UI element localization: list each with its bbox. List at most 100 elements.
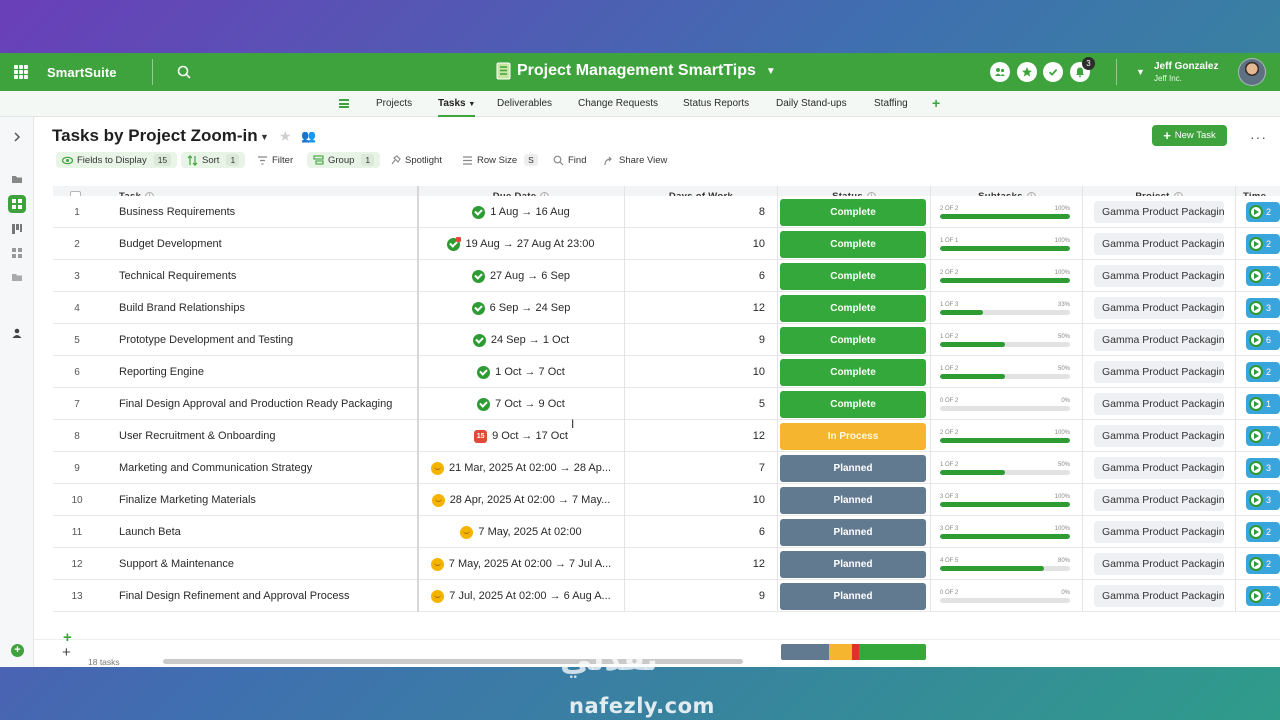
time-tracking-cell[interactable]: 3 [1246,292,1280,324]
days-of-work-cell[interactable]: 12 [625,292,771,324]
add-row-plus-icon[interactable]: + [62,644,71,661]
time-tracking-cell[interactable]: 1 [1246,388,1280,420]
table-row[interactable]: 9 Marketing and Communication Strategy 21 … [53,452,1280,484]
status-cell[interactable]: Complete [780,388,926,420]
time-tracking-cell[interactable]: 2 [1246,516,1280,548]
subtasks-cell[interactable]: 1 OF 1 100% [940,228,1070,260]
table-row[interactable]: 12 Support & Maintenance 7 May, 2025 At 02… [53,548,1280,580]
due-date-cell[interactable]: 1 Oct → 7 Oct [419,356,623,388]
task-title-cell[interactable]: Build Brand Relationships [119,292,415,324]
favorite-star-icon[interactable]: ★ [279,128,292,145]
play-timer-icon[interactable] [1249,429,1263,443]
tab-status-reports[interactable]: Status Reports [683,98,749,109]
tab-projects[interactable]: Projects [376,98,412,109]
days-of-work-cell[interactable]: 10 [625,484,771,516]
solution-title[interactable]: Project Management SmartTips ▼ [496,62,776,80]
user-name[interactable]: Jeff Gonzalez [1154,61,1218,72]
status-cell[interactable]: Complete [780,228,926,260]
due-date-cell[interactable]: 7 Jul, 2025 At 02:00 → 6 Aug A... [419,580,623,612]
project-cell[interactable]: Gamma Product Packaging [1094,420,1224,452]
grid-view-icon[interactable] [8,195,26,213]
tab-tasks[interactable]: Tasks ▼ [438,98,476,117]
time-tracking-cell[interactable]: 3 [1246,452,1280,484]
time-chip[interactable]: 2 [1246,522,1280,542]
tab-deliverables[interactable]: Deliverables [497,98,552,109]
time-tracking-cell[interactable]: 2 [1246,548,1280,580]
play-timer-icon[interactable] [1249,461,1263,475]
share-view-button[interactable]: Share View [604,152,667,168]
project-cell[interactable]: Gamma Product Packaging [1094,580,1224,612]
days-of-work-cell[interactable]: 6 [625,260,771,292]
status-cell[interactable]: In Process [780,420,926,452]
project-cell[interactable]: Gamma Product Packaging [1094,228,1224,260]
sort-button[interactable]: Sort 1 [181,152,246,168]
status-cell[interactable]: Planned [780,580,926,612]
days-of-work-cell[interactable]: 8 [625,196,771,228]
dashboard-icon[interactable] [11,247,23,259]
row-size-button[interactable]: Row Size S [462,152,538,168]
time-tracking-cell[interactable]: 7 [1246,420,1280,452]
time-tracking-cell[interactable]: 6 [1246,324,1280,356]
status-cell[interactable]: Complete [780,196,926,228]
due-date-cell[interactable]: 7 May, 2025 At 02:00 [419,516,623,548]
hamburger-menu-icon[interactable] [339,99,349,108]
table-row[interactable]: 3 Technical Requirements 27 Aug → 6 Sep 6 Co… [53,260,1280,292]
group-button[interactable]: Group 1 [307,152,381,168]
subtasks-cell[interactable]: 1 OF 2 50% [940,356,1070,388]
subtasks-cell[interactable]: 2 OF 2 100% [940,260,1070,292]
subtasks-cell[interactable]: 3 OF 3 100% [940,516,1070,548]
expand-chevron-right-icon[interactable] [11,131,23,143]
new-task-button[interactable]: + New Task [1152,125,1227,146]
project-cell[interactable]: Gamma Product Packaging [1094,260,1224,292]
status-cell[interactable]: Planned [780,516,926,548]
table-row[interactable]: 4 Build Brand Relationships 6 Sep → 24 Sep… [53,292,1280,324]
status-summary-segment[interactable] [781,644,829,660]
subtasks-cell[interactable]: 1 OF 2 50% [940,324,1070,356]
time-tracking-cell[interactable]: 3 [1246,484,1280,516]
play-timer-icon[interactable] [1249,365,1263,379]
play-timer-icon[interactable] [1249,557,1263,571]
days-of-work-cell[interactable]: 9 [625,580,771,612]
days-of-work-cell[interactable]: 12 [625,420,771,452]
time-chip[interactable]: 2 [1246,202,1280,222]
tab-staffing[interactable]: Staffing [874,98,908,109]
folder-icon[interactable] [11,173,23,185]
play-timer-icon[interactable] [1249,589,1263,603]
fields-to-display-button[interactable]: Fields to Display 15 [56,152,178,168]
play-timer-icon[interactable] [1249,237,1263,251]
task-title-cell[interactable]: Final Design Refinement and Approval Pro… [119,580,415,612]
status-cell[interactable]: Planned [780,452,926,484]
task-title-cell[interactable]: Support & Maintenance [119,548,415,580]
project-cell[interactable]: Gamma Product Packaging [1094,196,1224,228]
time-tracking-cell[interactable]: 2 [1246,356,1280,388]
time-chip[interactable]: 3 [1246,298,1280,318]
table-row[interactable]: 10 Finalize Marketing Materials 28 Apr, 20… [53,484,1280,516]
due-date-cell[interactable]: 15 9 Oct → 17 Oct [419,420,623,452]
days-of-work-cell[interactable]: 9 [625,324,771,356]
days-of-work-cell[interactable]: 10 [625,228,771,260]
time-chip[interactable]: 2 [1246,234,1280,254]
table-row[interactable]: 11 Launch Beta 7 May, 2025 At 02:00 6 Planne… [53,516,1280,548]
project-cell[interactable]: Gamma Product Packaging [1094,548,1224,580]
task-title-cell[interactable]: Reporting Engine [119,356,415,388]
play-timer-icon[interactable] [1249,333,1263,347]
user-menu-chevron-icon[interactable]: ▼ [1136,67,1145,77]
subtasks-cell[interactable]: 0 OF 2 0% [940,580,1070,612]
brand-name[interactable]: SmartSuite [47,65,117,80]
time-chip[interactable]: 1 [1246,394,1280,414]
due-date-cell[interactable]: 27 Aug → 6 Sep [419,260,623,292]
table-row[interactable]: 13 Final Design Refinement and Approval P… [53,580,1280,612]
status-cell[interactable]: Planned [780,484,926,516]
status-summary-segment[interactable] [859,644,926,660]
subtasks-cell[interactable]: 4 OF 5 80% [940,548,1070,580]
due-date-cell[interactable]: 1 Aug → 16 Aug [419,196,623,228]
time-chip[interactable]: 7 [1246,426,1280,446]
status-cell[interactable]: Planned [780,548,926,580]
table-row[interactable]: 5 Prototype Development and Testing 24 Sep… [53,324,1280,356]
task-title-cell[interactable]: Finalize Marketing Materials [119,484,415,516]
task-title-cell[interactable]: Technical Requirements [119,260,415,292]
time-chip[interactable]: 6 [1246,330,1280,350]
table-row[interactable]: 1 Business Requirements 1 Aug → 16 Aug 8 Com… [53,196,1280,228]
due-date-cell[interactable]: 21 Mar, 2025 At 02:00 → 28 Ap... [419,452,623,484]
time-tracking-cell[interactable]: 2 [1246,196,1280,228]
